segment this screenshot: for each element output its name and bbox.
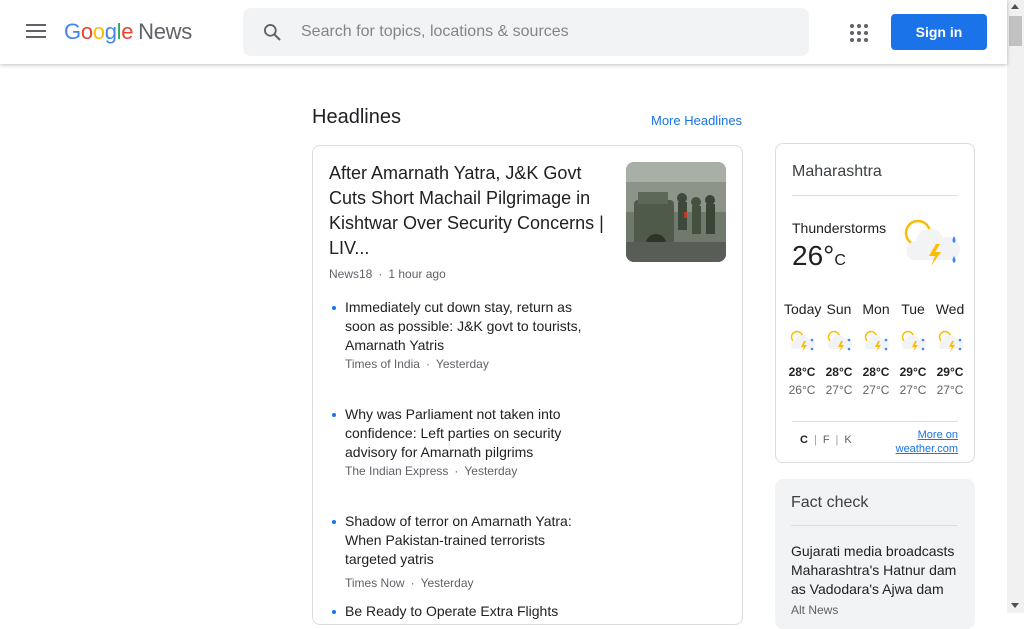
search-input[interactable] — [301, 20, 781, 44]
thunderstorm-icon — [864, 330, 889, 352]
forecast-day[interactable]: Mon 28°C 27°C — [858, 301, 894, 397]
search-bar[interactable] — [243, 8, 809, 56]
top-story-meta: News18 · 1 hour ago — [329, 267, 446, 281]
current-temperature: 26°C — [792, 240, 846, 271]
weather-condition: Thunderstorms — [792, 220, 887, 236]
more-headlines-link[interactable]: More Headlines — [651, 113, 742, 128]
weather-forecast: Today 28°C 26°C Sun 28°C 27°C Mon 28°C 2… — [784, 301, 968, 397]
divider — [791, 525, 957, 526]
menu-icon[interactable] — [26, 24, 46, 40]
scroll-down-arrow-icon[interactable] — [1011, 603, 1019, 608]
unit-kelvin[interactable]: K — [844, 434, 851, 446]
forecast-day[interactable]: Tue 29°C 27°C — [895, 301, 931, 397]
weather-location[interactable]: Maharashtra — [792, 163, 882, 181]
forecast-day[interactable]: Wed 29°C 27°C — [932, 301, 968, 397]
google-news-logo[interactable]: Google News — [64, 19, 192, 45]
sign-in-button[interactable]: Sign in — [891, 14, 987, 50]
top-story-time: 1 hour ago — [388, 267, 446, 281]
thunderstorm-icon — [938, 330, 963, 352]
fact-check-item-title[interactable]: Gujarati media broadcasts Maharashtra's … — [791, 542, 963, 599]
more-on-weather-link[interactable]: More on weather.com — [886, 428, 958, 456]
headlines-heading: Headlines — [312, 106, 401, 128]
related-story-3[interactable]: Shadow of terror on Amarnath Yatra: When… — [332, 512, 595, 590]
top-story-title[interactable]: After Amarnath Yatra, J&K Govt Cuts Shor… — [329, 161, 611, 261]
thunderstorm-icon — [904, 219, 961, 266]
page-scrollbar[interactable] — [1007, 0, 1024, 613]
scrollbar-thumb[interactable] — [1009, 16, 1022, 46]
temperature-unit-toggle: C | F | K — [800, 434, 852, 446]
related-story-title[interactable]: Why was Parliament not taken into confid… — [345, 405, 595, 462]
unit-celsius[interactable]: C — [800, 434, 808, 446]
thunderstorm-icon — [827, 330, 852, 352]
related-story-meta: Times Now · Yesterday — [345, 576, 474, 590]
fact-check-card: Fact check Gujarati media broadcasts Mah… — [775, 479, 975, 629]
divider — [792, 421, 958, 422]
related-story-4[interactable]: Be Ready to Operate Extra Flights — [332, 602, 595, 621]
divider — [792, 195, 958, 196]
related-story-1[interactable]: Immediately cut down stay, return as soo… — [332, 298, 595, 371]
related-story-title[interactable]: Shadow of terror on Amarnath Yatra: When… — [345, 512, 595, 569]
related-story-title[interactable]: Be Ready to Operate Extra Flights — [345, 602, 595, 621]
top-story-thumbnail[interactable] — [626, 162, 726, 262]
fact-check-heading: Fact check — [791, 494, 869, 511]
related-story-title[interactable]: Immediately cut down stay, return as soo… — [345, 298, 595, 355]
scroll-up-arrow-icon[interactable] — [1011, 4, 1019, 9]
bullet-icon — [332, 610, 336, 614]
top-app-bar: GoogleNews Sign in — [0, 0, 1007, 64]
forecast-day[interactable]: Sun 28°C 27°C — [821, 301, 857, 397]
headline-story-card: After Amarnath Yatra, J&K Govt Cuts Shor… — [312, 145, 743, 625]
google-apps-icon[interactable] — [850, 24, 868, 42]
related-story-meta: Times of India · Yesterday — [345, 357, 489, 371]
thunderstorm-icon — [790, 330, 815, 352]
bullet-icon — [332, 413, 336, 417]
fact-check-item-source[interactable]: Alt News — [791, 603, 838, 617]
unit-fahrenheit[interactable]: F — [823, 434, 830, 446]
search-icon[interactable] — [262, 22, 282, 42]
forecast-day[interactable]: Today 28°C 26°C — [784, 301, 821, 397]
bullet-icon — [332, 306, 336, 310]
bullet-icon — [332, 520, 336, 524]
related-story-2[interactable]: Why was Parliament not taken into confid… — [332, 405, 595, 478]
related-story-meta: The Indian Express · Yesterday — [345, 464, 518, 478]
thunderstorm-icon — [901, 330, 926, 352]
weather-card: Maharashtra Thunderstorms 26°C Today 28°… — [775, 143, 975, 463]
top-story-source[interactable]: News18 — [329, 267, 372, 281]
